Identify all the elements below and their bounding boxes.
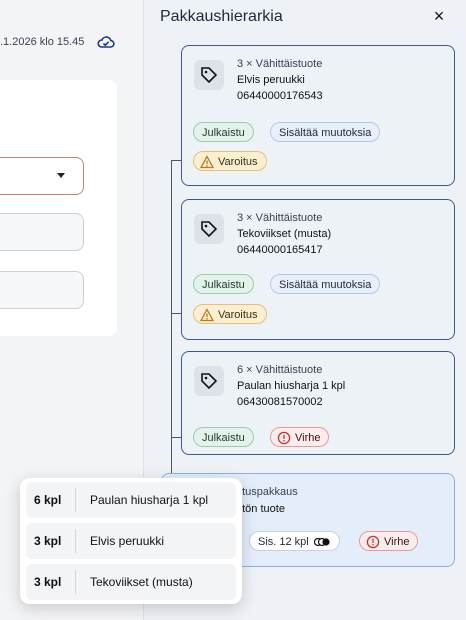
- tag-icon: [194, 214, 224, 244]
- item-name: Paulan hiusharja 1 kpl: [237, 380, 346, 392]
- status-badge-published: Julkaistu: [193, 274, 254, 294]
- item-name: Tekoviikset (musta): [90, 575, 193, 589]
- item-quantity: 3 × Vähittäistuote: [237, 212, 323, 224]
- error-icon: [277, 431, 291, 445]
- package-card[interactable]: 3 × Vähittäistuote Tekoviikset (musta) 0…: [181, 199, 455, 340]
- list-item[interactable]: 3 kpl Tekoviikset (musta): [26, 564, 236, 600]
- status-badge-changes: Sisältää muutoksia: [270, 122, 381, 142]
- item-quantity: 6 × Vähittäistuote: [237, 364, 323, 376]
- item-name: etön tuote: [236, 503, 285, 515]
- divider: [75, 488, 76, 512]
- item-quantity: 3 kpl: [34, 534, 62, 548]
- contents-popup: 6 kpl Paulan hiusharja 1 kpl 3 kpl Elvis…: [20, 478, 242, 604]
- status-badge-error: Virhe: [270, 427, 330, 447]
- text-field[interactable]: [0, 213, 84, 251]
- tag-icon: [194, 60, 224, 90]
- type-select[interactable]: [0, 157, 84, 195]
- item-name: Elvis peruukki: [237, 74, 305, 86]
- package-card[interactable]: 6 × Vähittäistuote Paulan hiusharja 1 kp…: [181, 351, 455, 455]
- status-badge-error: Virhe: [359, 531, 419, 551]
- saved-timestamp: .1.2026 klo 15.45: [0, 36, 85, 48]
- item-quantity: 3 × Vähittäistuote: [237, 58, 323, 70]
- status-badge-published: Julkaistu: [193, 122, 254, 142]
- text-field[interactable]: [0, 271, 84, 309]
- contents-badge[interactable]: Sis. 12 kpl: [249, 531, 340, 551]
- status-badge-warning: Varoitus: [193, 304, 267, 324]
- item-code: 06440000176543: [237, 90, 323, 102]
- list-item[interactable]: 6 kpl Paulan hiusharja 1 kpl: [26, 482, 236, 518]
- cloud-check-icon: [97, 34, 115, 50]
- status-badge-published: Julkaistu: [193, 427, 254, 447]
- tag-icon: [194, 366, 224, 396]
- item-name: Elvis peruukki: [90, 534, 165, 548]
- warning-icon: [200, 308, 214, 322]
- list-item[interactable]: 3 kpl Elvis peruukki: [26, 523, 236, 559]
- tree-branch: [171, 160, 181, 161]
- tree-branch: [171, 313, 181, 314]
- item-quantity: 3 kpl: [34, 575, 62, 589]
- item-name: Paulan hiusharja 1 kpl: [90, 493, 209, 507]
- divider: [75, 529, 76, 553]
- item-code: 06440000165417: [237, 244, 323, 256]
- item-name: Tekoviikset (musta): [237, 228, 332, 240]
- status-badge-warning: Varoitus: [193, 151, 267, 171]
- tree-connector: [171, 160, 172, 520]
- item-code: 06430081570002: [237, 396, 323, 408]
- chevron-down-icon: [57, 173, 65, 178]
- warning-icon: [200, 155, 214, 169]
- panel-title: Pakkaushierarkia: [160, 8, 283, 25]
- divider: [75, 570, 76, 594]
- item-quantity: 6 kpl: [34, 493, 62, 507]
- status-badge-changes: Sisältää muutoksia: [270, 274, 381, 294]
- error-icon: [366, 535, 380, 549]
- package-card[interactable]: 3 × Vähittäistuote Elvis peruukki 064400…: [181, 45, 455, 186]
- tree-branch: [171, 437, 181, 438]
- close-button[interactable]: ×: [429, 6, 449, 26]
- item-type: etuspakkaus: [236, 486, 298, 498]
- stack-icon: [313, 537, 330, 547]
